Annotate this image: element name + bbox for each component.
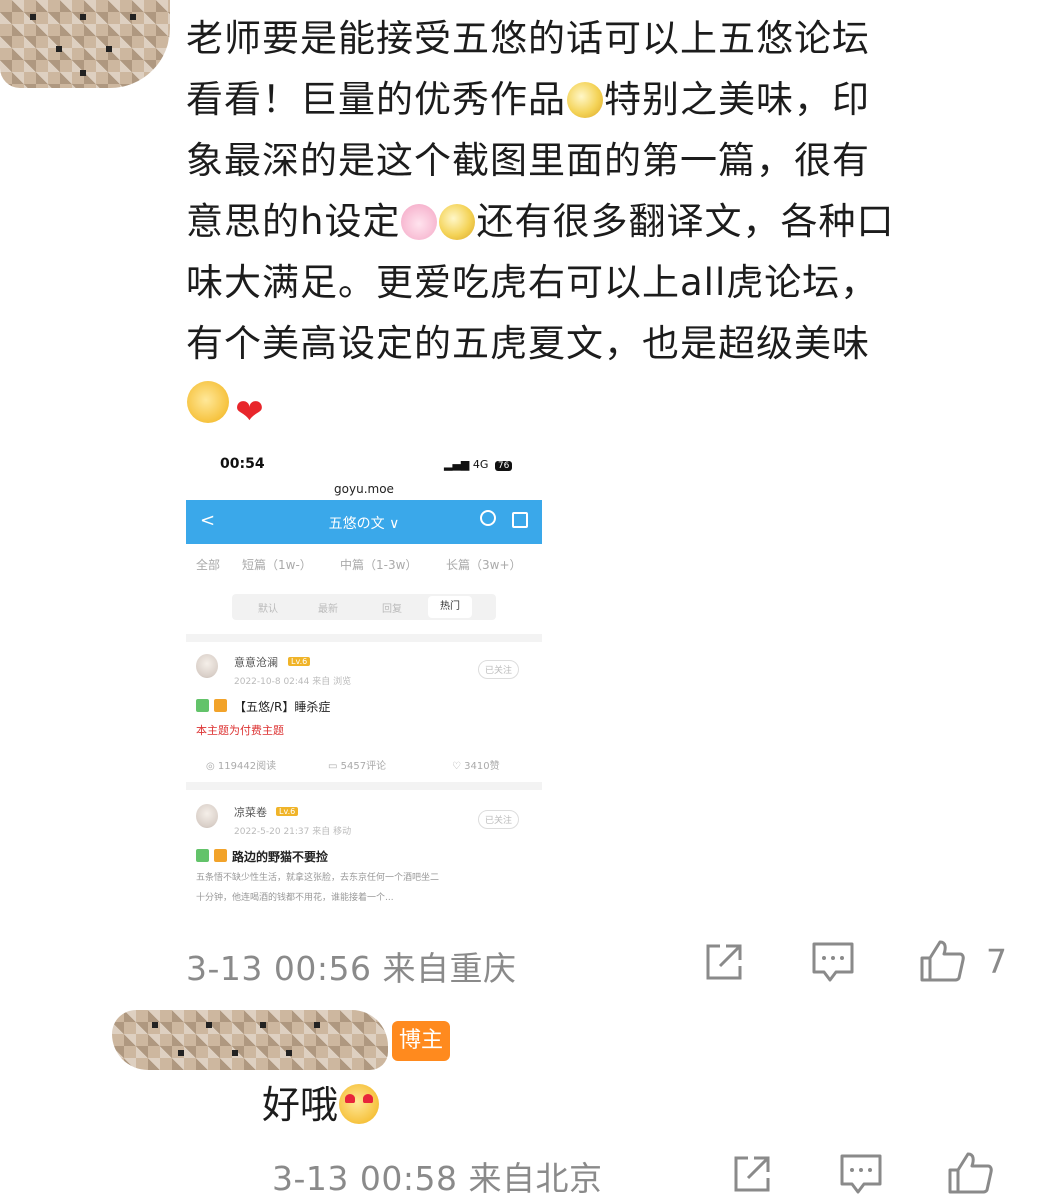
like-count: 7 [986,942,1007,981]
like-icon[interactable] [918,938,966,984]
filter-tab: 中篇（1-3w） [340,558,418,572]
laughing-emoji-icon [187,381,229,423]
like-count: ♡ 3410赞 [452,761,500,772]
divider [186,634,542,642]
filter-tab: 短篇（1w-） [242,558,312,572]
comment-line: 象最深的是这个截图里面的第一篇，很有 [186,139,870,182]
comment-body: 老师要是能接受五悠的话可以上五悠论坛 看看！巨量的优秀作品 特别之美味，印 象最深… [186,8,1006,430]
post-author: 意意沧澜 [234,656,278,669]
sweat-smile-emoji-icon [567,82,603,118]
comment-line: 意思的h设定 还有很多翻译文，各种口 [186,200,895,243]
attached-screenshot[interactable]: 00:54 ▂▄▆ 4G 76 goyu.moe < 五悠の文 ∨ 全部 短篇（… [186,448,542,918]
post-author: 凉菜卷 [234,806,267,819]
avatar [196,654,218,678]
heart-eyes-emoji-icon [339,1084,380,1124]
comment-icon[interactable] [810,940,856,984]
divider [186,782,542,790]
filter-tab: 长篇（3w+） [446,558,522,572]
sort-tab-active: 热门 [428,596,472,618]
view-count: ◎ 119442阅读 [206,761,277,772]
author-badge: 博主 [392,1021,450,1061]
compose-icon [512,512,528,528]
filter-tab: 全部 [196,558,221,572]
comment-line: 老师要是能接受五悠的话可以上五悠论坛 [186,17,870,60]
battery-icon: 76 [494,461,513,471]
status-indicators: ▂▄▆ 4G 76 [444,458,513,471]
heart-icon: ❤ [235,392,265,432]
share-icon[interactable] [730,1152,774,1196]
post-excerpt: 五条悟不缺少性生活，就拿这张脸，去东京任何一个酒吧坐二 十分钟，他连喝酒的钱都不… [196,873,440,903]
author-avatar-obscured[interactable] [0,0,170,88]
comment-line: ❤ [186,374,1006,430]
follow-button: 已关注 [478,810,520,829]
comment-line: 看看！巨量的优秀作品 特别之美味，印 [186,78,870,121]
avatar [196,804,218,828]
paid-notice: 本主题为付费主题 [196,724,284,737]
level-badge: Lv.6 [276,807,299,816]
post-title: 路边的野猫不要捡 [232,850,329,864]
hot-icon [214,849,227,862]
post-meta: 2022-5-20 21:37 来自 移动 [234,827,352,837]
url-bar: goyu.moe [334,482,394,496]
comment-line: 有个美高设定的五虎夏文，也是超级美味 [186,322,870,365]
post-meta: 2022-10-8 02:44 来自 浏览 [234,677,352,687]
comment-line: 味大满足。更爱吃虎右可以上all虎论坛， [186,261,879,304]
post-title: 【五悠/R】睡杀症 [234,700,331,714]
status-time: 00:54 [220,456,265,472]
sort-tabs: 默认 最新 回复 热门 [232,594,496,620]
tag-icon [196,699,209,712]
reply-author-obscured[interactable] [112,1010,388,1070]
sort-tab: 默认 [258,604,278,615]
comment-icon[interactable] [838,1152,884,1196]
search-icon [480,510,496,526]
reply-body: 好哦 [262,1074,380,1129]
sweat-smile-emoji-icon [439,204,476,240]
follow-button: 已关注 [478,660,520,679]
forum-nav-bar: < 五悠の文 ∨ [186,500,542,544]
reply-timestamp: 3-13 00:58 来自北京 [272,1159,603,1198]
sort-tab: 回复 [382,604,402,615]
comment-count: ▭ 5457评论 [328,761,387,772]
level-badge: Lv.6 [288,657,311,666]
share-icon[interactable] [702,940,746,984]
like-icon[interactable] [946,1150,994,1196]
sort-tab: 最新 [318,604,338,615]
bunny-emoji-icon [401,204,438,240]
comment-timestamp: 3-13 00:56 来自重庆 [186,949,517,988]
tag-icon [196,849,209,862]
signal-icon: ▂▄▆ [444,458,470,471]
hot-icon [214,699,227,712]
